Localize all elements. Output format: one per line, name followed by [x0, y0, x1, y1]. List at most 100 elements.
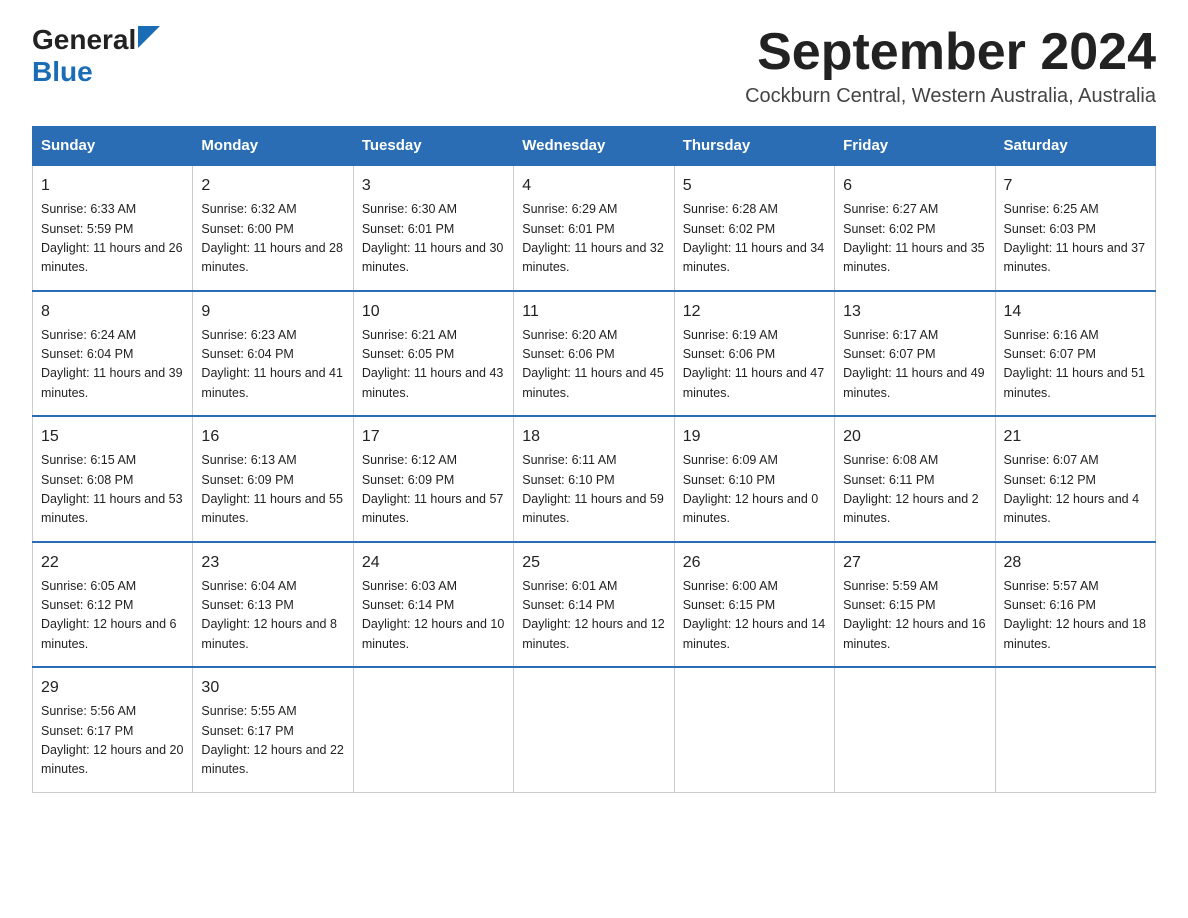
day-info: Sunrise: 6:27 AMSunset: 6:02 PMDaylight:… — [843, 202, 985, 274]
day-number: 18 — [522, 425, 665, 449]
day-number: 10 — [362, 300, 505, 324]
calendar-cell: 15 Sunrise: 6:15 AMSunset: 6:08 PMDaylig… — [33, 416, 193, 542]
calendar-cell: 5 Sunrise: 6:28 AMSunset: 6:02 PMDayligh… — [674, 165, 834, 291]
month-title: September 2024 — [745, 24, 1156, 81]
calendar-cell: 10 Sunrise: 6:21 AMSunset: 6:05 PMDaylig… — [353, 291, 513, 417]
logo-blue-text: Blue — [32, 56, 93, 88]
day-info: Sunrise: 6:20 AMSunset: 6:06 PMDaylight:… — [522, 328, 664, 400]
calendar-cell: 26 Sunrise: 6:00 AMSunset: 6:15 PMDaylig… — [674, 542, 834, 668]
day-info: Sunrise: 6:21 AMSunset: 6:05 PMDaylight:… — [362, 328, 504, 400]
logo-general-text: General — [32, 24, 136, 56]
calendar-cell: 2 Sunrise: 6:32 AMSunset: 6:00 PMDayligh… — [193, 165, 353, 291]
location-subtitle: Cockburn Central, Western Australia, Aus… — [745, 85, 1156, 108]
calendar-cell: 3 Sunrise: 6:30 AMSunset: 6:01 PMDayligh… — [353, 165, 513, 291]
day-info: Sunrise: 5:56 AMSunset: 6:17 PMDaylight:… — [41, 704, 183, 776]
calendar-week-2: 8 Sunrise: 6:24 AMSunset: 6:04 PMDayligh… — [33, 291, 1156, 417]
day-info: Sunrise: 6:17 AMSunset: 6:07 PMDaylight:… — [843, 328, 985, 400]
day-number: 17 — [362, 425, 505, 449]
calendar-cell: 14 Sunrise: 6:16 AMSunset: 6:07 PMDaylig… — [995, 291, 1155, 417]
day-number: 16 — [201, 425, 344, 449]
day-number: 21 — [1004, 425, 1147, 449]
col-friday: Friday — [835, 127, 995, 166]
day-number: 11 — [522, 300, 665, 324]
logo-arrow-icon — [138, 26, 160, 48]
calendar-cell: 27 Sunrise: 5:59 AMSunset: 6:15 PMDaylig… — [835, 542, 995, 668]
calendar-cell: 16 Sunrise: 6:13 AMSunset: 6:09 PMDaylig… — [193, 416, 353, 542]
col-wednesday: Wednesday — [514, 127, 674, 166]
day-info: Sunrise: 5:59 AMSunset: 6:15 PMDaylight:… — [843, 579, 985, 651]
calendar-cell: 17 Sunrise: 6:12 AMSunset: 6:09 PMDaylig… — [353, 416, 513, 542]
calendar-cell: 12 Sunrise: 6:19 AMSunset: 6:06 PMDaylig… — [674, 291, 834, 417]
day-number: 28 — [1004, 551, 1147, 575]
day-info: Sunrise: 6:16 AMSunset: 6:07 PMDaylight:… — [1004, 328, 1146, 400]
calendar-cell: 29 Sunrise: 5:56 AMSunset: 6:17 PMDaylig… — [33, 667, 193, 792]
day-number: 19 — [683, 425, 826, 449]
day-number: 22 — [41, 551, 184, 575]
day-number: 15 — [41, 425, 184, 449]
day-info: Sunrise: 6:03 AMSunset: 6:14 PMDaylight:… — [362, 579, 504, 651]
day-number: 26 — [683, 551, 826, 575]
day-info: Sunrise: 5:55 AMSunset: 6:17 PMDaylight:… — [201, 704, 343, 776]
day-info: Sunrise: 6:04 AMSunset: 6:13 PMDaylight:… — [201, 579, 337, 651]
calendar-cell: 23 Sunrise: 6:04 AMSunset: 6:13 PMDaylig… — [193, 542, 353, 668]
col-thursday: Thursday — [674, 127, 834, 166]
calendar-cell: 28 Sunrise: 5:57 AMSunset: 6:16 PMDaylig… — [995, 542, 1155, 668]
calendar-cell: 6 Sunrise: 6:27 AMSunset: 6:02 PMDayligh… — [835, 165, 995, 291]
calendar-cell — [674, 667, 834, 792]
calendar-cell — [835, 667, 995, 792]
calendar-cell: 22 Sunrise: 6:05 AMSunset: 6:12 PMDaylig… — [33, 542, 193, 668]
day-number: 29 — [41, 676, 184, 700]
day-number: 13 — [843, 300, 986, 324]
col-monday: Monday — [193, 127, 353, 166]
day-info: Sunrise: 6:23 AMSunset: 6:04 PMDaylight:… — [201, 328, 343, 400]
calendar-cell: 13 Sunrise: 6:17 AMSunset: 6:07 PMDaylig… — [835, 291, 995, 417]
calendar-cell: 8 Sunrise: 6:24 AMSunset: 6:04 PMDayligh… — [33, 291, 193, 417]
calendar-week-4: 22 Sunrise: 6:05 AMSunset: 6:12 PMDaylig… — [33, 542, 1156, 668]
day-number: 30 — [201, 676, 344, 700]
day-number: 2 — [201, 174, 344, 198]
day-info: Sunrise: 6:11 AMSunset: 6:10 PMDaylight:… — [522, 453, 664, 525]
day-number: 27 — [843, 551, 986, 575]
calendar-cell: 1 Sunrise: 6:33 AMSunset: 5:59 PMDayligh… — [33, 165, 193, 291]
day-info: Sunrise: 6:07 AMSunset: 6:12 PMDaylight:… — [1004, 453, 1140, 525]
day-number: 25 — [522, 551, 665, 575]
calendar-cell: 19 Sunrise: 6:09 AMSunset: 6:10 PMDaylig… — [674, 416, 834, 542]
calendar-cell: 20 Sunrise: 6:08 AMSunset: 6:11 PMDaylig… — [835, 416, 995, 542]
calendar-table: Sunday Monday Tuesday Wednesday Thursday… — [32, 126, 1156, 793]
calendar-cell: 21 Sunrise: 6:07 AMSunset: 6:12 PMDaylig… — [995, 416, 1155, 542]
day-number: 1 — [41, 174, 184, 198]
day-info: Sunrise: 6:13 AMSunset: 6:09 PMDaylight:… — [201, 453, 343, 525]
day-info: Sunrise: 6:08 AMSunset: 6:11 PMDaylight:… — [843, 453, 979, 525]
day-info: Sunrise: 6:24 AMSunset: 6:04 PMDaylight:… — [41, 328, 183, 400]
calendar-cell: 11 Sunrise: 6:20 AMSunset: 6:06 PMDaylig… — [514, 291, 674, 417]
day-number: 3 — [362, 174, 505, 198]
day-info: Sunrise: 6:01 AMSunset: 6:14 PMDaylight:… — [522, 579, 664, 651]
page-header: General Blue September 2024 Cockburn Cen… — [32, 24, 1156, 108]
calendar-cell: 24 Sunrise: 6:03 AMSunset: 6:14 PMDaylig… — [353, 542, 513, 668]
day-number: 9 — [201, 300, 344, 324]
day-info: Sunrise: 6:28 AMSunset: 6:02 PMDaylight:… — [683, 202, 825, 274]
day-info: Sunrise: 6:25 AMSunset: 6:03 PMDaylight:… — [1004, 202, 1146, 274]
day-info: Sunrise: 6:29 AMSunset: 6:01 PMDaylight:… — [522, 202, 664, 274]
day-number: 8 — [41, 300, 184, 324]
day-number: 23 — [201, 551, 344, 575]
col-saturday: Saturday — [995, 127, 1155, 166]
title-area: September 2024 Cockburn Central, Western… — [745, 24, 1156, 108]
calendar-cell: 7 Sunrise: 6:25 AMSunset: 6:03 PMDayligh… — [995, 165, 1155, 291]
day-info: Sunrise: 6:33 AMSunset: 5:59 PMDaylight:… — [41, 202, 183, 274]
day-info: Sunrise: 6:00 AMSunset: 6:15 PMDaylight:… — [683, 579, 825, 651]
calendar-week-5: 29 Sunrise: 5:56 AMSunset: 6:17 PMDaylig… — [33, 667, 1156, 792]
day-info: Sunrise: 6:09 AMSunset: 6:10 PMDaylight:… — [683, 453, 819, 525]
col-tuesday: Tuesday — [353, 127, 513, 166]
calendar-week-1: 1 Sunrise: 6:33 AMSunset: 5:59 PMDayligh… — [33, 165, 1156, 291]
day-info: Sunrise: 6:32 AMSunset: 6:00 PMDaylight:… — [201, 202, 343, 274]
day-number: 4 — [522, 174, 665, 198]
calendar-cell: 9 Sunrise: 6:23 AMSunset: 6:04 PMDayligh… — [193, 291, 353, 417]
day-info: Sunrise: 6:05 AMSunset: 6:12 PMDaylight:… — [41, 579, 177, 651]
day-info: Sunrise: 6:12 AMSunset: 6:09 PMDaylight:… — [362, 453, 504, 525]
calendar-cell: 30 Sunrise: 5:55 AMSunset: 6:17 PMDaylig… — [193, 667, 353, 792]
day-info: Sunrise: 6:15 AMSunset: 6:08 PMDaylight:… — [41, 453, 183, 525]
day-number: 12 — [683, 300, 826, 324]
day-number: 24 — [362, 551, 505, 575]
day-info: Sunrise: 6:19 AMSunset: 6:06 PMDaylight:… — [683, 328, 825, 400]
